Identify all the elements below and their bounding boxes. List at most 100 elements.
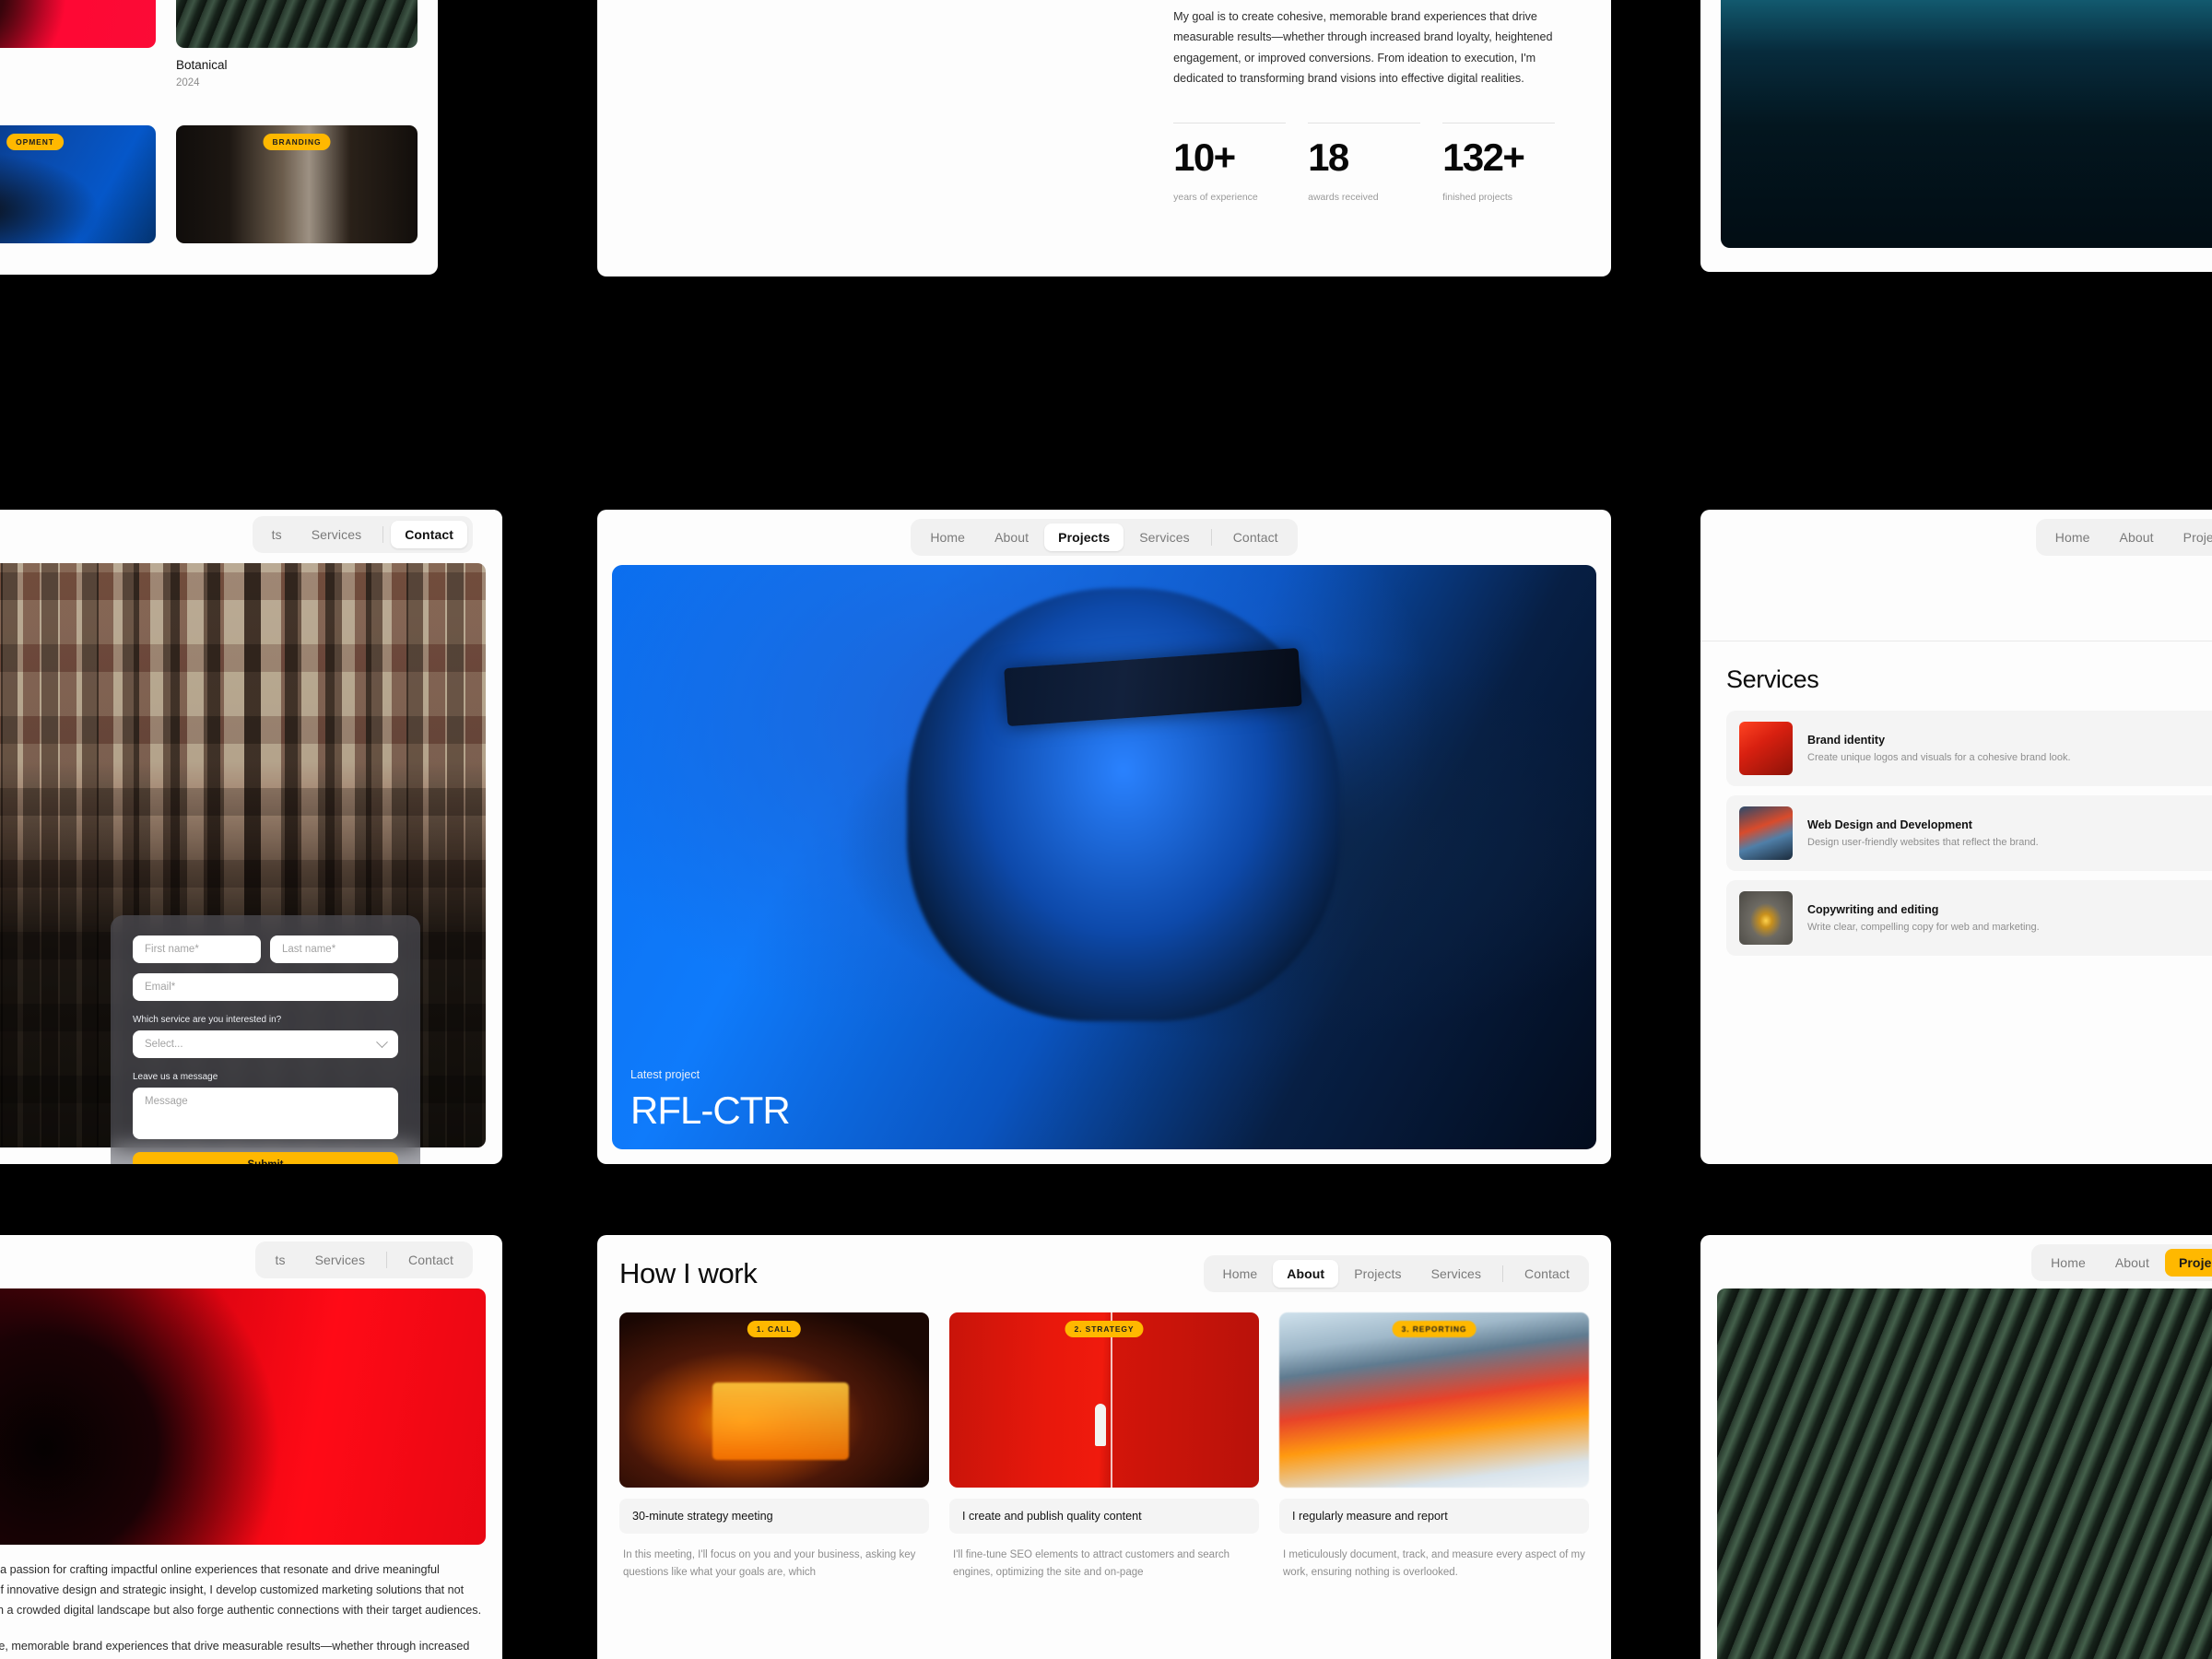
latest-project-title: RFL-CTR <box>630 1088 791 1132</box>
how-step-card[interactable]: 3. REPORTING I regularly measure and rep… <box>1279 1312 1589 1581</box>
step-title: 30-minute strategy meeting <box>619 1499 929 1534</box>
how-steps-grid: 1. CALL 30-minute strategy meeting In th… <box>597 1312 1611 1581</box>
step-description: In this meeting, I'll focus on you and y… <box>623 1549 916 1578</box>
project-detail-photo <box>1717 1288 2212 1659</box>
stat-spacer <box>1420 123 1442 203</box>
service-select[interactable]: Select... <box>133 1030 398 1058</box>
service-thumbnail <box>1739 891 1793 945</box>
project-thumbnail[interactable] <box>176 0 418 48</box>
stat-label: awards received <box>1308 191 1379 203</box>
nav-item-contact[interactable]: Contact <box>1219 524 1292 551</box>
list-item[interactable]: Brand identity Create unique logos and v… <box>1726 711 2212 786</box>
stat-label: years of experience <box>1173 191 1258 203</box>
step-description: I meticulously document, track, and meas… <box>1283 1549 1585 1578</box>
nav-item-home[interactable]: Home <box>2041 524 2104 551</box>
about-layout: About Me I'm a creative marketer with a … <box>597 0 1611 203</box>
chevron-down-icon <box>376 1035 388 1048</box>
nav-item-about[interactable]: About <box>2106 524 2168 551</box>
message-textarea[interactable]: Message <box>133 1088 398 1139</box>
page-title: Services <box>1726 665 1819 693</box>
how-step-card[interactable]: 2. STRATEGY I create and publish quality… <box>949 1312 1259 1581</box>
stat-block: 132+ finished projects <box>1442 122 1556 203</box>
nav-item-home[interactable]: Home <box>916 524 979 551</box>
project-title: Botanical <box>176 58 228 72</box>
navbar[interactable]: Home About Projects Services Contact <box>1203 1255 1589 1292</box>
stat-block: 10+ years of experience <box>1173 122 1287 203</box>
about2-topbar: ts Services Contact <box>0 1235 502 1285</box>
nav-item-about[interactable]: About <box>981 524 1042 551</box>
nav-item-about[interactable]: About <box>1273 1260 1339 1288</box>
step-title: I create and publish quality content <box>949 1499 1259 1534</box>
project-thumbnail[interactable]: BRANDING <box>176 125 418 243</box>
about-paragraph-1: I'm a creative marketer with a passion f… <box>0 1563 482 1618</box>
project-card[interactable]: BRANDING <box>176 125 418 260</box>
service-title: Brand identity <box>1807 734 1886 747</box>
showcase-grid: Botanical 2024 OPMENT BRANDING About Me … <box>0 0 2212 1659</box>
submit-button[interactable]: Submit <box>133 1152 398 1164</box>
stat-label: finished projects <box>1442 191 1512 203</box>
name-row: First name* Last name* <box>133 935 398 963</box>
service-description: Create unique logos and visuals for a co… <box>1807 752 2071 763</box>
stat-spacer <box>1286 123 1308 203</box>
nav-item-services[interactable]: Services <box>1125 524 1203 551</box>
project-year: 2024 <box>176 77 200 88</box>
first-name-input[interactable]: First name* <box>133 935 261 963</box>
step-badge: 3. REPORTING <box>1392 1321 1477 1337</box>
step-image: 1. CALL <box>619 1312 929 1488</box>
project-thumbnail[interactable]: OPMENT <box>0 125 156 243</box>
message-label: Leave us a message <box>133 1072 218 1082</box>
nav-item-home[interactable]: Home <box>2037 1249 2100 1277</box>
navbar[interactable]: Home About Projects <box>2031 1244 2212 1281</box>
nav-item-projects-clipped[interactable]: ts <box>261 1246 299 1274</box>
about-heading-column: About Me <box>649 0 961 203</box>
nav-divider <box>1210 529 1212 546</box>
nav-item-projects[interactable]: Projects <box>1044 524 1124 551</box>
about-text-column: I'm a creative marketer with a passion f… <box>1173 0 1559 203</box>
panel-about-me: About Me I'm a creative marketer with a … <box>597 0 1611 276</box>
nav-item-contact[interactable]: Contact <box>391 521 467 548</box>
latest-project-eyebrow: Latest project <box>630 1068 700 1081</box>
nav-item-projects[interactable]: Projects <box>2164 1249 2212 1277</box>
nav-item-contact[interactable]: Contact <box>1511 1260 1583 1288</box>
nav-divider <box>382 526 384 543</box>
nav-item-home[interactable]: Home <box>1209 1260 1272 1288</box>
contact-topbar: ts Services Contact <box>0 510 502 559</box>
project-card[interactable]: Botanical 2024 <box>176 0 418 105</box>
services-list: Brand identity Create unique logos and v… <box>1700 694 2212 956</box>
nav-item-services[interactable]: Services <box>1418 1260 1495 1288</box>
contact-form: First name* Last name* Email* Which serv… <box>111 915 420 1164</box>
navbar[interactable]: Home About Projects <box>2035 519 2212 556</box>
how-topbar: How I work Home About Projects Services … <box>597 1235 1611 1312</box>
navbar[interactable]: ts Services Contact <box>252 516 473 553</box>
stat-block: 18 awards received <box>1308 122 1421 203</box>
project-card[interactable] <box>0 0 156 105</box>
nav-item-projects[interactable]: Projects <box>1340 1260 1415 1288</box>
list-item[interactable]: Web Design and Development Design user-f… <box>1726 795 2212 871</box>
nav-item-projects[interactable]: Projects <box>2170 524 2212 551</box>
panel-contact: ts Services Contact First name* Last nam… <box>0 510 502 1164</box>
service-select-label: Which service are you interested in? <box>133 1015 282 1025</box>
nav-item-projects-clipped[interactable]: ts <box>258 521 296 548</box>
nav-item-contact[interactable]: Contact <box>394 1246 467 1274</box>
walking-figure-shape <box>1094 1403 1106 1446</box>
stat-value: 18 <box>1308 135 1349 179</box>
project-thumbnail[interactable] <box>0 0 156 48</box>
service-thumbnail <box>1739 722 1793 775</box>
navbar[interactable]: Home About Projects Services Contact <box>911 519 1298 556</box>
stat-value: 10+ <box>1173 135 1236 179</box>
last-name-input[interactable]: Last name* <box>270 935 398 963</box>
nav-item-about[interactable]: About <box>2101 1249 2163 1277</box>
list-item[interactable]: Copywriting and editing Write clear, com… <box>1726 880 2212 956</box>
nav-item-services[interactable]: Services <box>298 521 375 548</box>
divider-line-shape <box>1110 1312 1112 1488</box>
latest-project-image[interactable]: Latest project RFL-CTR <box>612 565 1596 1149</box>
projects-grid: Botanical 2024 OPMENT BRANDING <box>0 0 438 275</box>
how-step-card[interactable]: 1. CALL 30-minute strategy meeting In th… <box>619 1312 929 1581</box>
navbar[interactable]: ts Services Contact <box>255 1241 473 1278</box>
nav-item-services[interactable]: Services <box>301 1246 379 1274</box>
email-input[interactable]: Email* <box>133 973 398 1001</box>
project-card[interactable]: OPMENT <box>0 125 156 260</box>
service-text: Copywriting and editing Write clear, com… <box>1807 903 2040 933</box>
project-tag-badge: OPMENT <box>6 134 64 150</box>
stats-row: 10+ years of experience 18 awards receiv… <box>1173 122 1559 203</box>
